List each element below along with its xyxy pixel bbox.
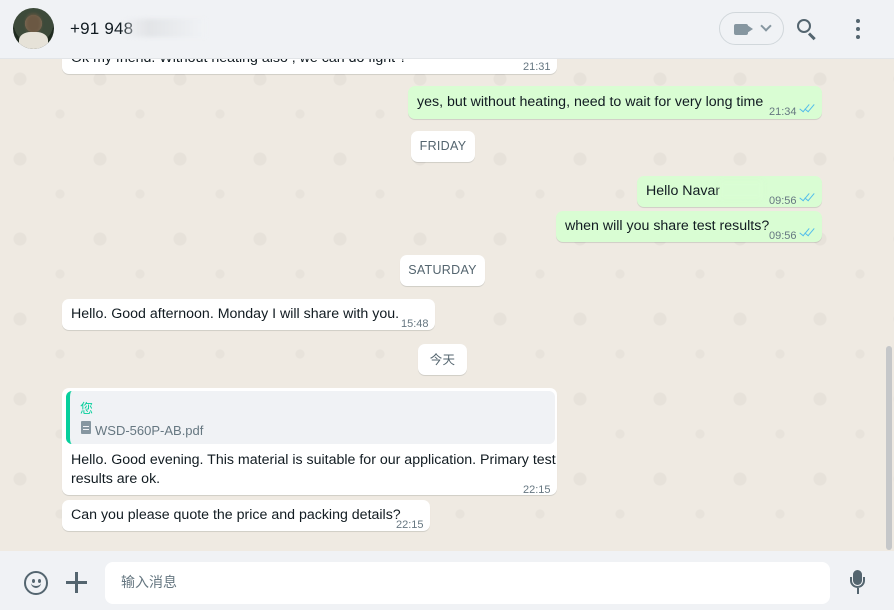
- vertical-dots-icon: [856, 19, 860, 23]
- quoted-file-name: WSD-560P-AB.pdf: [95, 423, 204, 438]
- date-divider: FRIDAY: [411, 131, 475, 162]
- quoted-author: 您: [80, 402, 94, 417]
- message-time: 09:56: [769, 230, 797, 242]
- video-camera-icon: [734, 24, 753, 35]
- message-incoming[interactable]: Ok my friend. Without heating also , we …: [62, 59, 557, 74]
- message-text: yes, but without heating, need to wait f…: [417, 94, 764, 110]
- search-icon: [797, 19, 811, 33]
- read-receipt-icon: [799, 225, 815, 239]
- read-receipt-icon: [799, 101, 815, 115]
- microphone-icon-stem: [856, 588, 859, 594]
- scrollbar[interactable]: [886, 346, 892, 550]
- message-text: Hello Navar: [646, 183, 721, 199]
- avatar-body: [19, 32, 48, 49]
- vertical-dots-icon-dot: [856, 35, 860, 39]
- message-text: when will you share test results?: [565, 218, 770, 234]
- search-button[interactable]: [796, 18, 820, 42]
- message-input[interactable]: [105, 562, 830, 604]
- date-divider: SATURDAY: [400, 255, 485, 286]
- message-time: 15:48: [401, 318, 429, 330]
- message-outgoing[interactable]: yes, but without heating, need to wait f…: [408, 86, 822, 119]
- contact-name-redaction: [124, 19, 206, 37]
- message-incoming[interactable]: Can you please quote the price and packi…: [62, 500, 430, 531]
- message-time: 22:15: [396, 519, 424, 531]
- video-call-button[interactable]: [719, 12, 784, 45]
- search-icon-handle: [807, 32, 816, 41]
- microphone-icon-arc: [850, 577, 865, 588]
- message-outgoing[interactable]: when will you share test results? 09:56: [556, 211, 822, 242]
- message-time: 09:56: [769, 195, 797, 207]
- message-list[interactable]: Ok my friend. Without heating also , we …: [0, 59, 894, 551]
- date-divider: 今天: [418, 344, 467, 375]
- plus-icon[interactable]: [66, 572, 87, 593]
- message-time: 22:15: [523, 484, 551, 496]
- message-text-line: results are ok.: [71, 471, 161, 487]
- message-incoming[interactable]: Hello. Good afternoon. Monday I will sha…: [62, 299, 435, 330]
- message-text: Hello. Good afternoon. Monday I will sha…: [71, 306, 400, 322]
- menu-button[interactable]: [852, 19, 864, 39]
- avatar-head: [26, 14, 41, 33]
- message-incoming-reply[interactable]: 您 WSD-560P-AB.pdf Hello. Good evening. T…: [62, 388, 557, 496]
- quoted-message[interactable]: 您 WSD-560P-AB.pdf: [66, 391, 555, 444]
- vertical-dots-icon-dot: [856, 27, 860, 31]
- message-text-line: Hello. Good evening. This material is su…: [71, 452, 556, 468]
- chat-header: +91 948: [0, 0, 894, 59]
- read-receipt-icon: [799, 190, 815, 204]
- contact-avatar[interactable]: [13, 8, 54, 49]
- message-text: Ok my friend. Without heating also , we …: [71, 59, 407, 68]
- emoji-icon[interactable]: [24, 571, 48, 595]
- message-text: Can you please quote the price and packi…: [71, 507, 401, 523]
- message-time: 21:31: [523, 61, 551, 73]
- chevron-down-icon: [760, 20, 772, 32]
- microphone-icon[interactable]: [849, 570, 867, 596]
- document-icon: [81, 421, 91, 434]
- message-outgoing[interactable]: Hello Navar 09:56: [637, 176, 822, 207]
- text-redaction: [719, 181, 763, 199]
- message-time: 21:34: [769, 106, 797, 118]
